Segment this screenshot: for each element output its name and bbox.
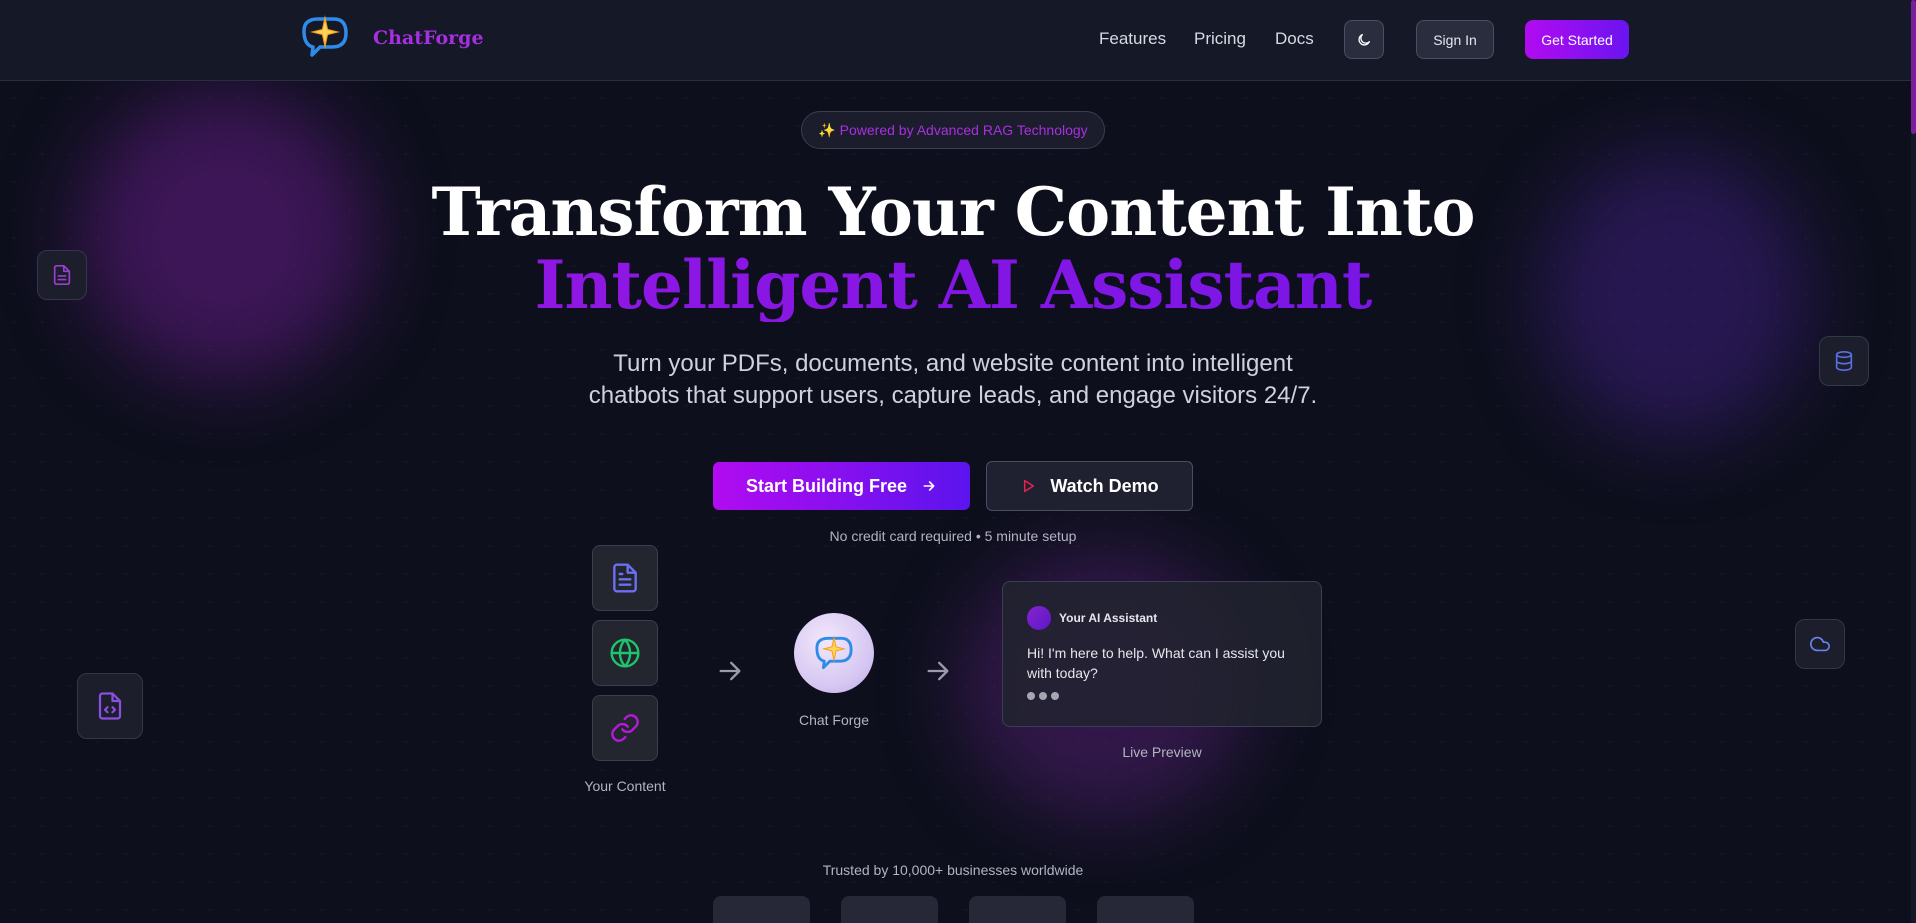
typing-dot <box>1039 692 1047 700</box>
sources-caption: Your Content <box>584 778 666 794</box>
arrow-right-icon <box>719 661 741 681</box>
document-icon <box>53 265 71 285</box>
arrow-right-icon <box>927 661 949 681</box>
link-icon <box>611 714 639 742</box>
brand-name[interactable]: ChatForge <box>373 27 484 49</box>
chatforge-hub <box>794 613 874 693</box>
customer-logo-placeholder <box>969 896 1066 923</box>
customer-logo-placeholder <box>713 896 810 923</box>
typing-dot <box>1027 692 1035 700</box>
typing-dot <box>1051 692 1059 700</box>
floating-cloud-tile <box>1795 619 1845 669</box>
chatforge-logo-icon <box>815 635 853 670</box>
source-link-tile <box>592 695 658 761</box>
hero-title: Transform Your Content Into Intelligent … <box>0 176 1906 322</box>
play-icon <box>1024 479 1035 493</box>
sign-in-button[interactable]: Sign In <box>1416 20 1494 59</box>
hub-caption: Chat Forge <box>798 712 870 728</box>
assistant-name: Your AI Assistant <box>1059 611 1158 625</box>
document-icon <box>613 563 637 593</box>
theme-toggle-button[interactable] <box>1344 20 1384 59</box>
start-building-label: Start Building Free <box>745 475 907 496</box>
typing-indicator <box>1027 692 1059 700</box>
chatforge-logo-icon[interactable] <box>298 11 352 63</box>
start-building-button[interactable]: Start Building Free <box>713 462 970 510</box>
nav-docs-link[interactable]: Docs <box>1275 29 1314 49</box>
assistant-message: Hi! I'm here to help. What can I assist … <box>1027 645 1285 681</box>
floating-document-tile <box>37 250 87 300</box>
setup-note: No credit card required • 5 minute setup <box>829 528 1077 544</box>
floating-database-tile <box>1819 336 1869 386</box>
hero-subtitle: Turn your PDFs, documents, and website c… <box>553 348 1353 412</box>
nav-pricing-link[interactable]: Pricing <box>1194 29 1246 49</box>
top-navbar: ChatForge Features Pricing Docs Sign In … <box>0 0 1911 81</box>
code-file-icon <box>98 692 122 720</box>
rag-badge: ✨ Powered by Advanced RAG Technology <box>801 111 1105 149</box>
preview-caption: Live Preview <box>1122 744 1202 760</box>
trusted-by-text: Trusted by 10,000+ businesses worldwide <box>822 862 1084 878</box>
watch-demo-button[interactable]: Watch Demo <box>986 461 1193 511</box>
customer-logo-placeholder <box>1097 896 1194 923</box>
hero-title-line2: Intelligent AI Assistant <box>0 249 1906 322</box>
scrollbar-track[interactable] <box>1911 0 1916 923</box>
source-document-tile <box>592 545 658 611</box>
hero-subtitle-line1: Turn your PDFs, documents, and website c… <box>613 350 1293 377</box>
customer-logo-placeholder <box>841 896 938 923</box>
floating-code-file-tile <box>77 673 143 739</box>
globe-icon <box>610 638 640 668</box>
database-icon <box>1835 351 1853 371</box>
moon-icon <box>1358 33 1370 46</box>
hero-subtitle-line2: chatbots that support users, capture lea… <box>588 382 1318 409</box>
cloud-icon <box>1810 636 1830 652</box>
watch-demo-label: Watch Demo <box>1050 475 1159 496</box>
nav-features-link[interactable]: Features <box>1099 29 1166 49</box>
avatar <box>1027 606 1051 630</box>
hero-title-line1: Transform Your Content Into <box>431 173 1476 251</box>
get-started-button[interactable]: Get Started <box>1525 20 1629 59</box>
arrow-right-icon <box>923 481 935 491</box>
chat-preview-card: Your AI Assistant Hi! I'm here to help. … <box>1002 581 1322 727</box>
source-website-tile <box>592 620 658 686</box>
scrollbar-thumb[interactable] <box>1911 0 1916 134</box>
